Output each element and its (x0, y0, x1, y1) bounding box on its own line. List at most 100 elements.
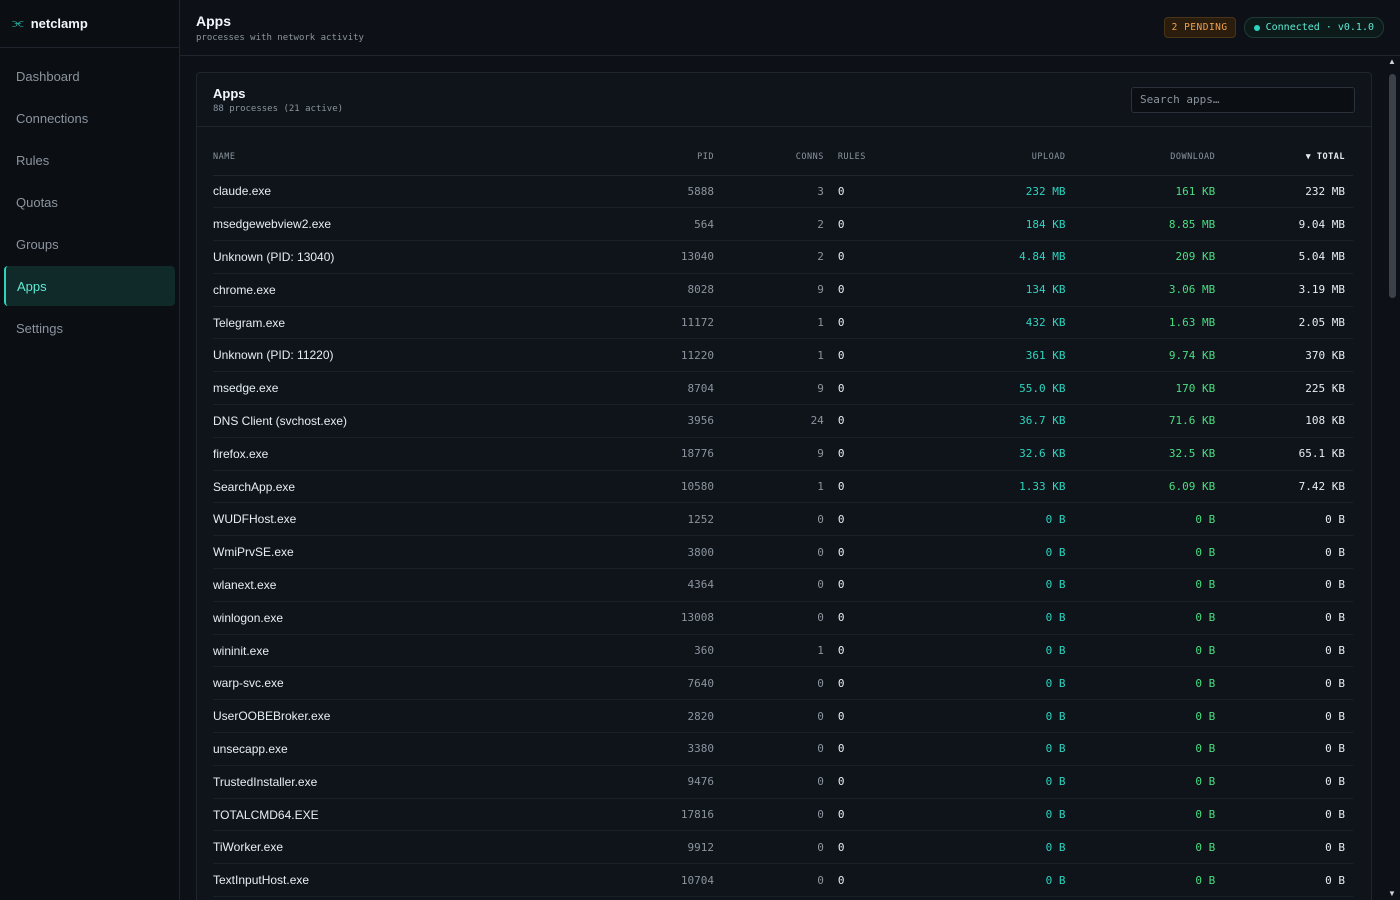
table-row[interactable]: TOTALCMD64.EXE 17816 0 0 0 B0 B0 B (213, 798, 1353, 832)
cell-upload: 0 B (873, 568, 1074, 602)
cell-rules: 0 (831, 404, 874, 438)
search-input[interactable] (1131, 86, 1355, 113)
table-row[interactable]: chrome.exe 8028 9 0 134 KB 3.06 MB 3.19 MB (213, 273, 1353, 307)
cell-name: warp-svc.exe (213, 666, 613, 701)
table-row[interactable]: unsecapp.exe 3380 0 0 0 B0 B0 B (213, 732, 1353, 766)
status-dot-icon (1253, 24, 1260, 31)
cell-rules: 0 (831, 732, 874, 766)
column-header-conns[interactable]: CONNS (722, 139, 832, 176)
cell-download: 0 B (1073, 863, 1224, 898)
table-row[interactable]: msedgewebview2.exe 564 2 0 184 KB 8.85 MB 9.04… (213, 207, 1353, 242)
sidebar-item-quotas[interactable]: Quotas (4, 182, 175, 222)
cell-pid: 4364 (612, 568, 723, 602)
cell-download: 8.85 MB (1073, 207, 1224, 242)
scroll-thumb[interactable] (1389, 74, 1396, 298)
sidebar-item-apps[interactable]: Apps (4, 266, 175, 306)
cell-total: 0 B (1223, 798, 1353, 832)
cell-download: 32.5 KB (1073, 437, 1224, 471)
brand-name: netclamp (30, 16, 88, 31)
cell-total: 65.1 KB (1223, 437, 1353, 471)
cell-conns: 2 (722, 207, 832, 242)
table-row[interactable]: DNS Client (svchost.exe) 3956 24 0 36.7 KB 71… (213, 404, 1353, 438)
cell-conns: 0 (722, 502, 832, 537)
cell-download: 71.6 KB (1073, 404, 1224, 438)
column-header-rules[interactable]: RULES (831, 139, 874, 176)
cell-rules: 0 (831, 273, 874, 307)
sidebar-item-dashboard[interactable]: Dashboard (4, 56, 175, 96)
cell-name: Telegram.exe (213, 306, 613, 340)
content: Apps 88 processes (21 active) NAME PID (180, 56, 1400, 900)
cell-download: 0 B (1073, 666, 1224, 701)
cell-total: 0 B (1223, 765, 1353, 799)
table-row[interactable]: TrustedInstaller.exe 9476 0 0 0 B0 B0 B (213, 765, 1353, 799)
table-row[interactable]: SearchApp.exe 10580 1 0 1.33 KB 6.09 KB 7.42 K… (213, 470, 1353, 504)
table-row[interactable]: claude.exe 5888 3 0 232 MB 161 KB 232 MB (213, 175, 1353, 209)
cell-pid: 13008 (612, 601, 723, 635)
cell-pid: 564 (612, 207, 723, 242)
cell-name: chrome.exe (213, 273, 613, 307)
cell-conns: 0 (722, 732, 832, 766)
table-row[interactable]: TiWorker.exe 9912 0 0 0 B0 B0 B (213, 830, 1353, 865)
pending-badge[interactable]: 2 PENDING (1163, 17, 1236, 38)
table-row[interactable]: Unknown (PID: 13040) 13040 2 0 4.84 MB 209 KB… (213, 240, 1353, 274)
card-header: Apps 88 processes (21 active) (197, 73, 1371, 127)
cell-conns: 0 (722, 863, 832, 898)
table-row[interactable]: firefox.exe 18776 9 0 32.6 KB 32.5 KB 65.1 KB (213, 437, 1353, 471)
column-header-pid[interactable]: PID (612, 139, 723, 176)
column-header-upload[interactable]: UPLOAD (873, 139, 1074, 176)
table-row[interactable]: msedge.exe 8704 9 0 55.0 KB 170 KB 225 KB (213, 371, 1353, 406)
cell-conns: 0 (722, 535, 832, 570)
cell-upload: 0 B (873, 601, 1074, 635)
sidebar-item-settings[interactable]: Settings (4, 308, 175, 348)
cell-upload: 0 B (873, 634, 1074, 668)
table-row[interactable]: WmiPrvSE.exe 3800 0 0 0 B0 B0 B (213, 535, 1353, 570)
brand[interactable]: ⫘ netclamp (0, 0, 179, 48)
scrollbar[interactable]: ▲ ▼ (1386, 56, 1398, 900)
cell-name: Unknown (PID: 11220) (213, 338, 613, 373)
table-row[interactable]: Telegram.exe 11172 1 0 432 KB 1.63 MB 2.05 MB (213, 306, 1353, 340)
connection-status-text: Connected · v0.1.0 (1265, 22, 1374, 33)
sidebar-item-rules[interactable]: Rules (4, 140, 175, 180)
table-row[interactable]: wininit.exe 360 1 0 0 B0 B0 B (213, 634, 1353, 668)
cell-name: claude.exe (213, 175, 613, 209)
cell-conns: 0 (722, 601, 832, 635)
cell-name: msedgewebview2.exe (213, 207, 613, 242)
cell-rules: 0 (831, 175, 874, 209)
cell-upload: 0 B (873, 502, 1074, 537)
cell-download: 0 B (1073, 601, 1224, 635)
cell-upload: 361 KB (873, 338, 1074, 373)
sidebar-item-connections[interactable]: Connections (4, 98, 175, 138)
cell-download: 0 B (1073, 830, 1224, 865)
table-row[interactable]: wlanext.exe 4364 0 0 0 B0 B0 B (213, 568, 1353, 602)
cell-download: 3.06 MB (1073, 273, 1224, 307)
scroll-down-icon[interactable]: ▼ (1386, 888, 1398, 900)
column-header-name[interactable]: NAME (213, 139, 613, 176)
cell-total: 3.19 MB (1223, 273, 1353, 307)
sidebar-item-groups[interactable]: Groups (4, 224, 175, 264)
table-row[interactable]: TextInputHost.exe 10704 0 0 0 B0 B0 B (213, 863, 1353, 898)
cell-conns: 9 (722, 437, 832, 471)
cell-download: 6.09 KB (1073, 470, 1224, 504)
cell-download: 0 B (1073, 699, 1224, 734)
column-header-download[interactable]: DOWNLOAD (1073, 139, 1224, 176)
table-row[interactable]: UserOOBEBroker.exe 2820 0 0 0 B0 B0 B (213, 699, 1353, 734)
cell-rules: 0 (831, 699, 874, 734)
cell-conns: 0 (722, 765, 832, 799)
cell-total: 108 KB (1223, 404, 1353, 438)
table-row[interactable]: warp-svc.exe 7640 0 0 0 B0 B0 B (213, 666, 1353, 701)
cell-name: unsecapp.exe (213, 732, 613, 766)
cell-total: 0 B (1223, 502, 1353, 537)
cell-name: TrustedInstaller.exe (213, 765, 613, 799)
cell-rules: 0 (831, 601, 874, 635)
table-row[interactable]: winlogon.exe 13008 0 0 0 B0 B0 B (213, 601, 1353, 635)
cell-total: 0 B (1223, 601, 1353, 635)
column-header-total[interactable]: ▼ TOTAL (1223, 139, 1353, 176)
cell-name: Unknown (PID: 13040) (213, 240, 613, 274)
cell-conns: 0 (722, 666, 832, 701)
card-subtitle: 88 processes (21 active) (213, 103, 344, 114)
cell-total: 232 MB (1223, 175, 1353, 209)
table-row[interactable]: WUDFHost.exe 1252 0 0 0 B0 B0 B (213, 502, 1353, 537)
scroll-up-icon[interactable]: ▲ (1386, 56, 1398, 68)
cell-total: 225 KB (1223, 371, 1353, 406)
table-row[interactable]: Unknown (PID: 11220) 11220 1 0 361 KB 9.74 KB… (213, 338, 1353, 373)
